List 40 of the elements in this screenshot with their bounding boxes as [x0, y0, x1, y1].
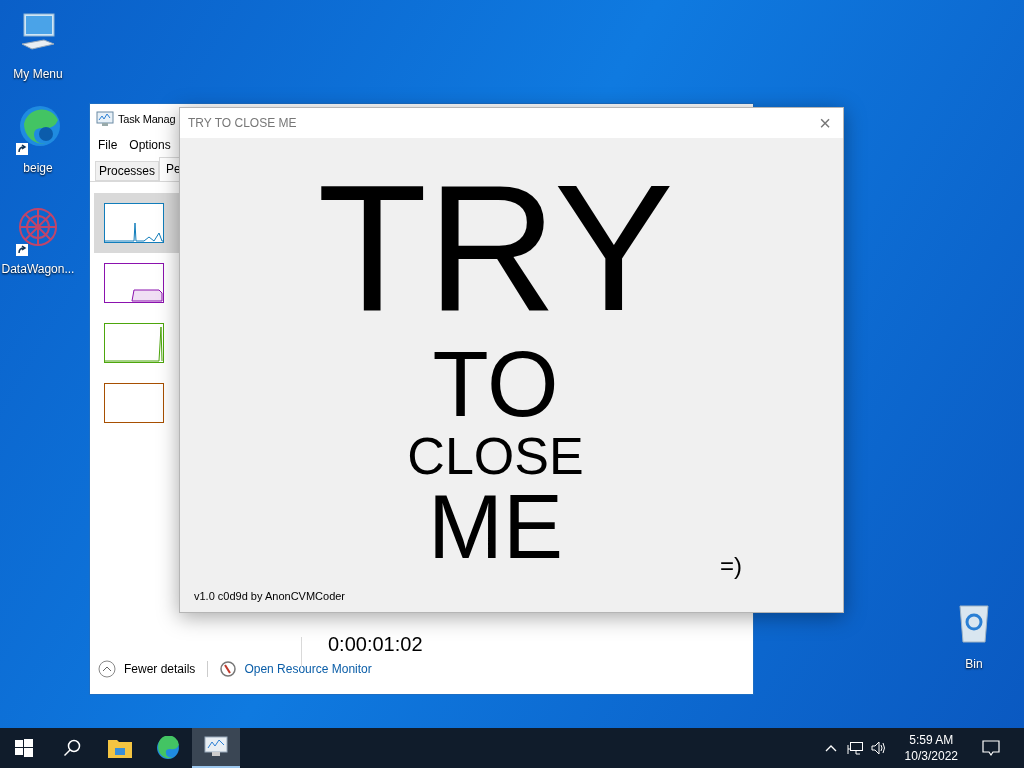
desktop-icon-label[interactable]: DataWagon... — [1, 260, 75, 278]
chevron-up-icon — [98, 660, 116, 678]
big-text: CLOSE — [407, 430, 584, 482]
browser-icon — [156, 736, 180, 760]
tab[interactable]: Processes — [95, 161, 160, 181]
windows-logo-icon — [15, 739, 33, 757]
disk-graph — [104, 323, 164, 363]
window-title: Task Manag — [118, 111, 176, 127]
monitor-chart-icon — [203, 736, 229, 758]
uptime-value: 0:00:01:02 — [328, 632, 423, 657]
shortcut-arrow-icon — [16, 244, 28, 256]
speaker-icon[interactable] — [870, 741, 887, 755]
shortcut-arrow-icon — [16, 143, 28, 155]
search-icon — [63, 739, 81, 757]
desktop-icon-label[interactable]: Bin — [965, 655, 983, 673]
desktop-icon-label[interactable]: My Menu — [13, 65, 63, 83]
big-text: ME — [428, 482, 563, 572]
folder-icon — [108, 738, 132, 758]
menu-item[interactable]: Options — [129, 136, 171, 154]
smiley-text: =) — [720, 551, 742, 581]
network-icon[interactable] — [846, 741, 863, 755]
fewer-details-button[interactable]: Fewer details — [98, 660, 196, 678]
memory-graph — [104, 263, 164, 303]
menu-item[interactable]: File — [98, 136, 118, 154]
clock[interactable]: 5:59 AM 10/3/2022 — [896, 732, 966, 764]
gauge-icon — [220, 661, 237, 677]
close-button[interactable]: × — [815, 113, 835, 133]
notification-icon[interactable] — [982, 739, 1000, 757]
pattern-icon — [16, 205, 60, 249]
desktop-icon-label[interactable]: beige — [23, 159, 53, 177]
cpu-graph — [104, 203, 164, 243]
version-text: v1.0 c0d9d by AnonCVMCoder — [194, 588, 346, 604]
resource-monitor-link[interactable]: Open Resource Monitor — [244, 660, 372, 678]
taskbar-button[interactable] — [192, 728, 240, 768]
chevron-up-icon[interactable] — [824, 744, 837, 752]
big-text: TRY — [317, 158, 674, 338]
monitor-chart-icon — [96, 111, 114, 127]
big-text: TO — [432, 338, 559, 430]
window-title: TRY TO CLOSE ME — [188, 115, 297, 132]
ethernet-graph — [104, 383, 164, 423]
